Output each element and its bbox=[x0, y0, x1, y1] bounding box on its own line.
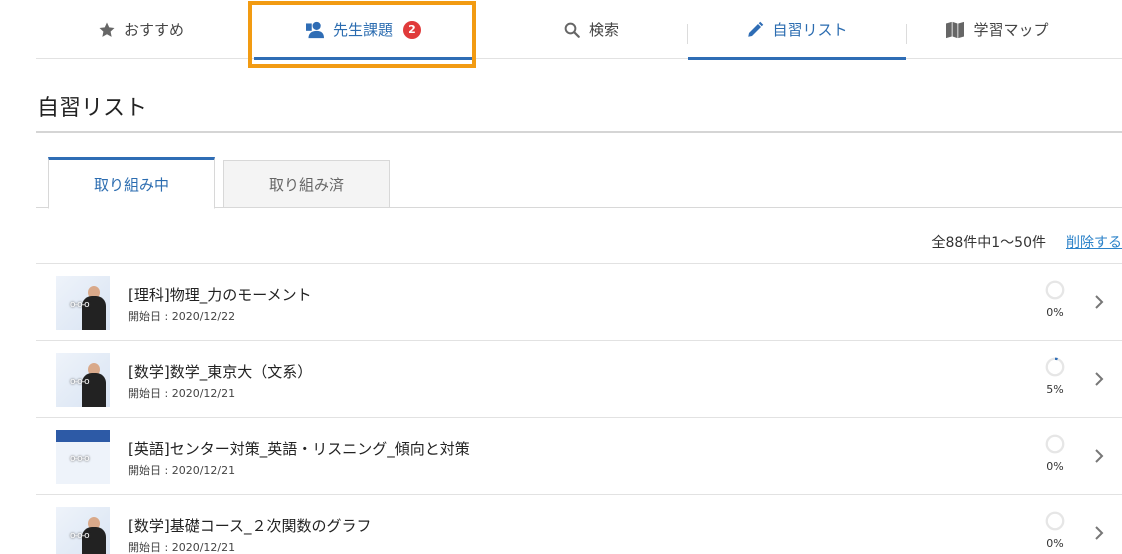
chevron-right-icon bbox=[1095, 372, 1104, 386]
play-dots-icon: o-o-o bbox=[70, 531, 90, 541]
search-icon bbox=[564, 22, 580, 38]
star-icon bbox=[99, 22, 115, 37]
progress-ring bbox=[1045, 280, 1065, 300]
item-start-date: 開始日 : 2020/12/22 bbox=[128, 310, 236, 323]
video-thumbnail: o-o-o bbox=[56, 276, 110, 330]
item-start-date: 開始日 : 2020/12/21 bbox=[128, 464, 236, 477]
notification-badge: 2 bbox=[403, 20, 421, 39]
result-count: 全88件中1〜50件 bbox=[931, 235, 1046, 251]
top-nav: おすすめ 先生課題 2 検索 自習リスト 学習マップ bbox=[36, 0, 1122, 60]
chevron-right-icon bbox=[1095, 526, 1104, 540]
list-item[interactable]: o-o-o [数学]基礎コース_２次関数のグラフ 開始日 : 2020/12/2… bbox=[36, 495, 1122, 554]
tab-in-progress[interactable]: 取り組み中 bbox=[48, 157, 215, 209]
nav-item-self-study-list[interactable]: 自習リスト bbox=[688, 0, 906, 60]
item-title: [英語]センター対策_英語・リスニング_傾向と対策 bbox=[128, 440, 470, 458]
progress-ring bbox=[1045, 357, 1065, 377]
title-divider bbox=[36, 131, 1122, 133]
map-icon bbox=[946, 21, 965, 38]
nav-item-recommend[interactable]: おすすめ bbox=[66, 0, 216, 59]
progress-track bbox=[1045, 357, 1065, 377]
page-title: 自習リスト bbox=[37, 96, 148, 121]
progress-track bbox=[1045, 434, 1065, 454]
progress-percent: 0% bbox=[1046, 306, 1064, 319]
list-item[interactable]: o-o-o [数学]数学_東京大（文系） 開始日 : 2020/12/21 5% bbox=[36, 341, 1122, 418]
status-tabs: 取り組み中 取り組み済 bbox=[36, 157, 1122, 209]
active-underline bbox=[254, 57, 472, 60]
progress-indicator: 0% bbox=[1036, 510, 1074, 550]
progress-percent: 0% bbox=[1046, 460, 1064, 473]
nav-item-study-map[interactable]: 学習マップ bbox=[907, 0, 1087, 59]
progress-track bbox=[1045, 511, 1065, 531]
list-item[interactable]: o-o-o [理科]物理_力のモーメント 開始日 : 2020/12/22 0% bbox=[36, 264, 1122, 341]
chevron-right-icon bbox=[1095, 449, 1104, 463]
video-thumbnail: o-o-o bbox=[56, 430, 110, 484]
list-header: 全88件中1〜50件 削除する bbox=[931, 232, 1122, 252]
list-item[interactable]: o-o-o [英語]センター対策_英語・リスニング_傾向と対策 開始日 : 20… bbox=[36, 418, 1122, 495]
progress-ring bbox=[1045, 434, 1065, 454]
chevron-right-icon bbox=[1095, 295, 1104, 309]
progress-percent: 5% bbox=[1046, 383, 1064, 396]
progress-percent: 0% bbox=[1046, 537, 1064, 550]
nav-item-search[interactable]: 検索 bbox=[496, 0, 686, 59]
current-page-underline bbox=[688, 57, 906, 60]
item-title: [数学]基礎コース_２次関数のグラフ bbox=[128, 517, 372, 535]
item-start-date: 開始日 : 2020/12/21 bbox=[128, 387, 236, 400]
self-study-list: o-o-o [理科]物理_力のモーメント 開始日 : 2020/12/22 0%… bbox=[36, 263, 1122, 554]
nav-label-self-study-list: 自習リスト bbox=[772, 21, 848, 39]
nav-label-recommend: おすすめ bbox=[123, 21, 184, 39]
item-start-date: 開始日 : 2020/12/21 bbox=[128, 541, 236, 554]
progress-ring bbox=[1045, 511, 1065, 531]
nav-item-teacher-assignments[interactable]: 先生課題 2 bbox=[254, 0, 472, 60]
play-dots-icon: o-o-o bbox=[70, 454, 90, 464]
play-dots-icon: o-o-o bbox=[70, 377, 90, 387]
nav-label-search: 検索 bbox=[588, 21, 619, 39]
nav-label-study-map: 学習マップ bbox=[973, 21, 1049, 39]
delete-link[interactable]: 削除する bbox=[1066, 232, 1122, 252]
progress-indicator: 5% bbox=[1036, 356, 1074, 396]
nav-label-teacher-assignments: 先生課題 bbox=[332, 21, 393, 39]
item-title: [数学]数学_東京大（文系） bbox=[128, 363, 313, 381]
item-title: [理科]物理_力のモーメント bbox=[128, 286, 312, 304]
progress-track bbox=[1045, 280, 1065, 300]
pencil-icon bbox=[748, 21, 764, 37]
progress-indicator: 0% bbox=[1036, 279, 1074, 319]
video-thumbnail: o-o-o bbox=[56, 507, 110, 554]
video-thumbnail: o-o-o bbox=[56, 353, 110, 407]
play-dots-icon: o-o-o bbox=[70, 300, 90, 310]
progress-indicator: 0% bbox=[1036, 433, 1074, 473]
teacher-icon bbox=[305, 21, 324, 38]
tab-completed[interactable]: 取り組み済 bbox=[223, 160, 390, 208]
